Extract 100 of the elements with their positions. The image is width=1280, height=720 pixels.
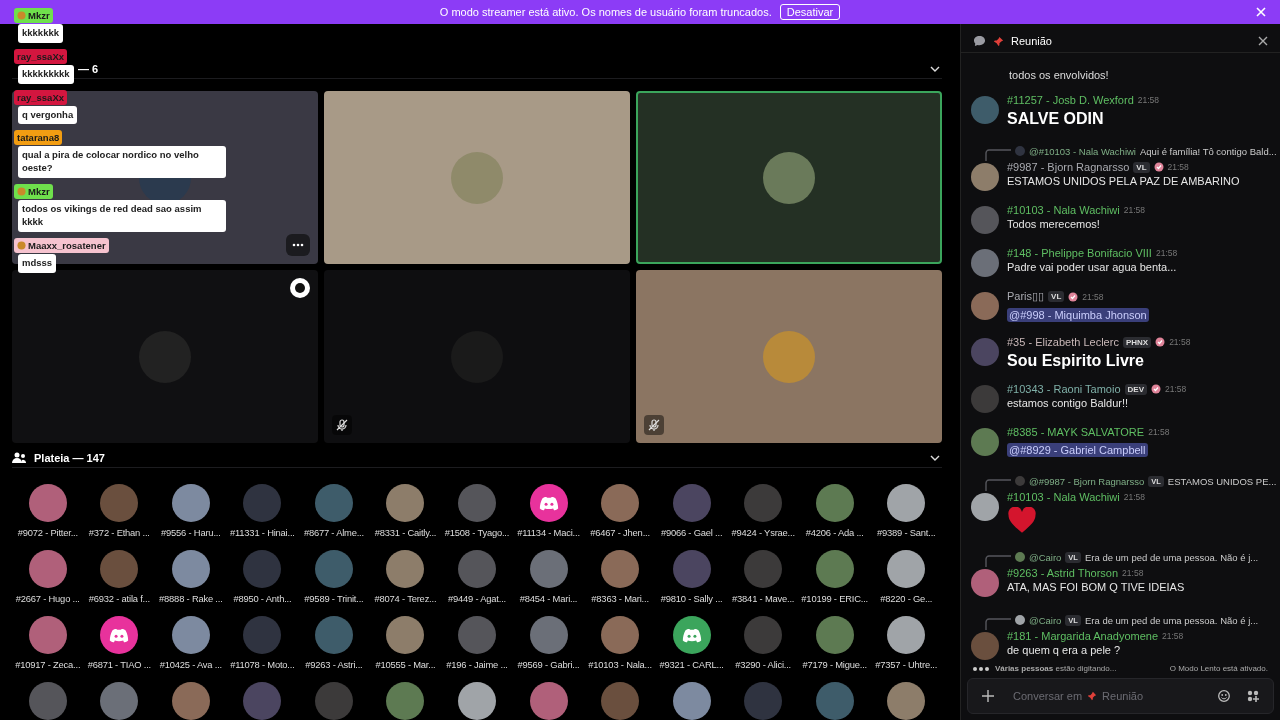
author-name[interactable]: #148 - Phelippe Bonifacio VIII: [1007, 247, 1152, 259]
avatar-image[interactable]: [28, 616, 67, 654]
reply-connector: [985, 149, 1011, 161]
avatar-image[interactable]: [529, 616, 568, 654]
avatar-image[interactable]: [458, 682, 496, 720]
avatar-image[interactable]: [601, 550, 640, 588]
reply-preview[interactable]: Era de um ped de uma pessoa. Não é j...: [1084, 551, 1259, 563]
author-name[interactable]: #10343 - Raoni Tamoio: [1007, 383, 1121, 395]
author-name[interactable]: #9987 - Bjorn Ragnarsso: [1007, 161, 1130, 173]
speaker-tile[interactable]: [636, 270, 942, 443]
message-text: Padre vai poder usar agua benta...: [1007, 261, 1178, 273]
default-avatar[interactable]: [100, 616, 139, 654]
reply-connector: [985, 479, 1011, 491]
author-name[interactable]: Paris▯▯: [1007, 290, 1045, 303]
avatar-image[interactable]: [887, 550, 926, 588]
avatar-image: [763, 151, 815, 204]
avatar-image[interactable]: [971, 163, 999, 191]
user-mention[interactable]: @#998 - Miquimba Jhonson: [1007, 308, 1149, 322]
typing-indicator: Várias pessoas estão digitando...: [995, 664, 1117, 673]
default-avatar[interactable]: [672, 616, 711, 654]
member-name: #10917 - Zeca...: [15, 659, 81, 670]
role-tag: VL: [1048, 291, 1065, 302]
avatar-image[interactable]: [815, 616, 854, 654]
disable-button[interactable]: Desativar: [779, 4, 841, 20]
member-name: #9569 - Gabri...: [517, 659, 580, 670]
author-name[interactable]: #9263 - Astrid Thorson: [1007, 567, 1119, 579]
timestamp: 21:58: [1082, 291, 1104, 302]
member-name: #8363 - Mari...: [591, 593, 649, 604]
avatar-image[interactable]: [529, 550, 568, 588]
member-name: #10555 - Mar...: [375, 659, 436, 670]
member-name: #8950 - Anth...: [233, 593, 292, 604]
avatar-image[interactable]: [28, 550, 67, 588]
badge-icon: [290, 278, 310, 298]
member-name: #10103 - Nala...: [588, 659, 652, 670]
reply-preview[interactable]: Era de um ped de uma pessoa. Não é j...: [1084, 614, 1259, 626]
avatar-image[interactable]: [386, 682, 425, 720]
member-name: #2667 - Hugo ...: [15, 593, 80, 604]
speaker-tile[interactable]: [636, 91, 942, 264]
message-text: ATA, MAS FOI BOM Q TIVE IDEIAS: [1007, 581, 1185, 593]
avatar-image[interactable]: [28, 484, 67, 522]
avatar-image[interactable]: [672, 682, 711, 720]
username-badge: Mkzr: [14, 8, 53, 23]
avatar-image[interactable]: [815, 550, 854, 588]
user-mention[interactable]: @#8929 - Gabriel Campbell: [1007, 443, 1148, 457]
typing-dots-icon: [973, 666, 989, 671]
avatar-image[interactable]: [815, 484, 854, 522]
reply-author[interactable]: @Cairo: [1029, 551, 1062, 563]
author-name[interactable]: #10103 - Nala Wachiwi: [1007, 491, 1120, 503]
default-avatar[interactable]: [529, 484, 568, 522]
avatar-image[interactable]: [971, 249, 999, 277]
avatar-image[interactable]: [171, 550, 210, 588]
author-name[interactable]: #11257 - Josb D. Wexford: [1007, 94, 1134, 106]
author-name[interactable]: #35 - Elizabeth Leclerc: [1007, 336, 1119, 348]
chevron-icon[interactable]: [930, 66, 940, 72]
avatar-image[interactable]: [100, 682, 139, 720]
speaker-tile[interactable]: [12, 270, 318, 443]
reply-author[interactable]: @Cairo: [1029, 614, 1062, 626]
timestamp: 21:58: [1167, 162, 1189, 172]
avatar-image[interactable]: [971, 292, 999, 320]
speaker-tile[interactable]: [324, 270, 630, 443]
avatar-image[interactable]: [171, 682, 210, 720]
member-name: #10199 - ERIC...: [801, 593, 868, 604]
avatar-image[interactable]: [971, 569, 999, 597]
avatar-image[interactable]: [887, 484, 926, 522]
username-badge: Mkzr: [14, 184, 53, 200]
close-icon[interactable]: [1258, 36, 1268, 46]
author-name[interactable]: #181 - Margarida Anadyomene: [1007, 630, 1159, 642]
chevron-icon[interactable]: [930, 455, 940, 461]
author-name[interactable]: #8385 - MAYK SALVATORE: [1007, 426, 1145, 438]
reply-preview[interactable]: ESTAMOS UNIDOS PE...: [1167, 475, 1277, 487]
reply-connector: [985, 618, 1011, 630]
avatar-image[interactable]: [386, 484, 425, 522]
stage-section-title: — 6: [78, 63, 99, 75]
reply-connector: [985, 555, 1011, 567]
avatar-image[interactable]: [386, 550, 425, 588]
reply-author[interactable]: @#10103 - Nala Wachiwi: [1029, 145, 1136, 157]
avatar-image[interactable]: [887, 682, 926, 720]
avatar-image[interactable]: [529, 682, 568, 720]
speaker-tile[interactable]: [324, 91, 630, 264]
reply-preview[interactable]: Aqui é família! Tô contigo Bald...: [1140, 145, 1277, 157]
avatar-image[interactable]: [601, 616, 640, 654]
message-text: Sou Espirito Livre: [1007, 352, 1145, 370]
user-icon: [17, 11, 26, 20]
muted-icon: [644, 415, 664, 435]
avatar-image[interactable]: [601, 484, 640, 522]
message-text: SALVE ODIN: [1007, 110, 1105, 128]
avatar-image[interactable]: [971, 428, 999, 456]
emoji-icon[interactable]: [1218, 690, 1230, 702]
reply-author[interactable]: @#9987 - Bjorn Ragnarsso: [1029, 475, 1145, 487]
apps-icon[interactable]: [1247, 690, 1259, 702]
avatar-image[interactable]: [386, 616, 425, 654]
more-button[interactable]: [286, 234, 310, 256]
avatar-image[interactable]: [171, 484, 210, 522]
author-name[interactable]: #10103 - Nala Wachiwi: [1007, 204, 1120, 216]
avatar-image[interactable]: [971, 493, 999, 521]
plus-icon[interactable]: [982, 690, 994, 702]
avatar-image[interactable]: [887, 616, 926, 654]
timestamp: 21:58: [1137, 95, 1160, 105]
badge-icon: [1151, 384, 1161, 394]
avatar-image[interactable]: [171, 616, 210, 654]
